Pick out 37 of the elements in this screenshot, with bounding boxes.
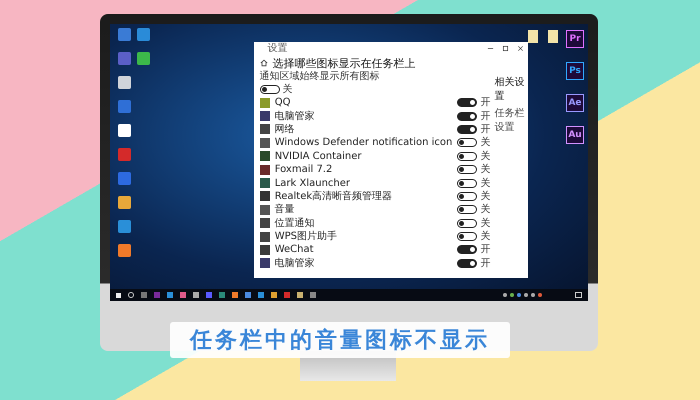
toggle-state-label: 关: [480, 164, 490, 176]
toggle-state-label: 关: [480, 231, 490, 242]
section-heading: 相关设置: [494, 76, 526, 103]
app-shortcut-icon[interactable]: Au: [566, 126, 584, 144]
toggle-state-label: 关: [480, 190, 490, 202]
app-name: WeChat: [274, 244, 315, 256]
toggle-state-label: 关: [480, 150, 490, 162]
toggle-state-label: 开: [480, 124, 490, 135]
setting-label: 通知区域始终显示所有图标: [260, 71, 381, 83]
app-shortcut-icon[interactable]: Ps: [566, 62, 584, 80]
app-shortcut-icon[interactable]: Pr: [566, 30, 584, 48]
toggle-state-label: 关: [282, 84, 293, 95]
app-name: 电脑管家: [274, 258, 316, 269]
app-name: 电脑管家: [274, 110, 316, 122]
window-title: 设置: [268, 42, 288, 54]
toggle-state-label: 关: [480, 178, 490, 189]
app-shortcut-icon[interactable]: Ae: [566, 94, 584, 112]
app-name: Realtek高清晰音频管理器: [274, 190, 394, 202]
toggle-state-label: 开: [480, 97, 490, 108]
app-name: 位置通知: [274, 218, 316, 229]
app-name: NVIDIA Container: [274, 150, 363, 162]
app-name: Foxmail 7.2: [274, 164, 334, 176]
app-name: 音量: [274, 204, 296, 216]
settings-link[interactable]: 任务栏设置: [494, 106, 528, 134]
toggle-state-label: 开: [480, 258, 490, 269]
caption-text: 任务栏中的音量图标不显示: [170, 322, 510, 358]
toggle-state-label: 关: [480, 218, 490, 229]
page-title: 选择哪些图标显示在任务栏上: [272, 56, 416, 70]
app-name: QQ: [274, 97, 292, 108]
app-name: Windows Defender notification icon: [274, 137, 452, 148]
toggle-state-label: 关: [480, 137, 490, 148]
toggle-state-label: 开: [480, 244, 490, 256]
toggle-state-label: 关: [480, 204, 490, 216]
app-name: WPS图片助手: [274, 231, 338, 242]
app-name: Lark Xlauncher: [274, 178, 352, 189]
app-name: 网络: [274, 124, 296, 135]
toggle-state-label: 开: [480, 110, 490, 122]
